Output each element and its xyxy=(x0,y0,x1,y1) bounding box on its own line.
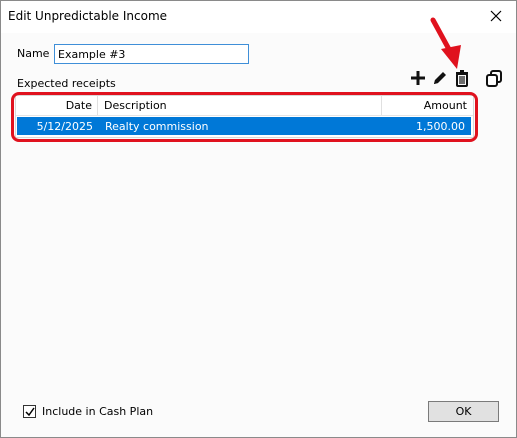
include-in-cash-plan-label[interactable]: Include in Cash Plan xyxy=(42,405,153,418)
ok-button[interactable]: OK xyxy=(428,401,499,422)
checkmark-icon xyxy=(25,407,35,417)
plus-icon xyxy=(411,71,425,85)
name-label: Name xyxy=(17,47,50,60)
table-header: Date Description Amount xyxy=(16,96,473,116)
add-button[interactable] xyxy=(409,69,429,89)
close-icon xyxy=(490,10,502,22)
column-header-amount[interactable]: Amount xyxy=(424,99,467,112)
column-header-date[interactable]: Date xyxy=(16,99,92,112)
expected-receipts-label: Expected receipts xyxy=(17,77,116,90)
table-row[interactable]: 5/12/2025 Realty commission 1,500.00 xyxy=(17,117,471,135)
name-input[interactable] xyxy=(54,44,249,64)
close-button[interactable] xyxy=(484,5,510,29)
copy-button[interactable] xyxy=(485,69,505,89)
row-description: Realty commission xyxy=(105,120,209,133)
column-header-description[interactable]: Description xyxy=(104,99,167,112)
annotation-arrow-icon xyxy=(430,17,461,69)
include-in-cash-plan-checkbox[interactable] xyxy=(23,405,36,418)
receipts-table: Date Description Amount 5/12/2025 Realty… xyxy=(15,95,474,138)
dialog-window: Edit Unpredictable Income Name Expected … xyxy=(0,0,517,438)
row-date: 5/12/2025 xyxy=(36,120,93,133)
row-amount: 1,500.00 xyxy=(416,120,465,133)
copy-icon xyxy=(486,70,502,87)
window-title: Edit Unpredictable Income xyxy=(8,9,168,23)
